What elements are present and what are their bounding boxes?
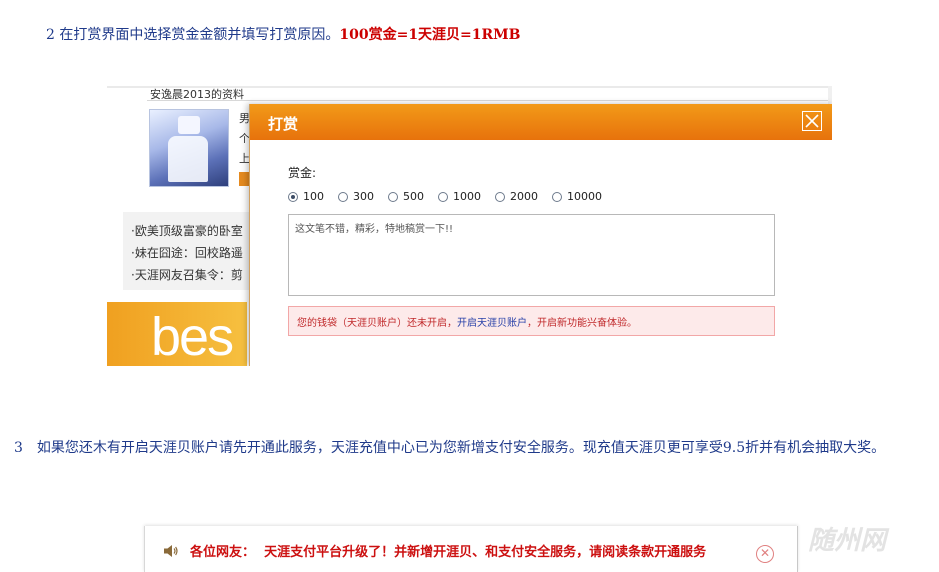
ad-banner[interactable]: bes [107,302,247,366]
embedded-screenshot: 安逸晨2013的资料 男 个 上 ·欧美顶级富豪的卧室 ·妹在囧途：回校路遥 ·… [107,86,832,366]
radio-icon[interactable] [495,191,505,202]
amount-option-100[interactable]: 100 [288,190,324,203]
avatar[interactable] [149,109,229,187]
close-icon [805,114,819,128]
step-3-instruction: 3 如果您还木有开启天涯贝账户请先开通此服务，天涯充值中心已为您新增支付安全服务… [14,440,886,456]
radio-icon[interactable] [552,191,562,202]
amount-option-1000[interactable]: 1000 [438,190,481,203]
step-2-highlight: 100赏金=1天涯贝=1RMB [339,27,521,43]
speaker-icon [164,545,178,557]
notice-suffix: ，开启新功能兴奋体验。 [527,318,637,329]
radio-icon[interactable] [388,191,398,202]
announcement-label: 各位网友： [190,545,256,560]
amount-label: 100 [303,190,324,203]
step-2-text: 2 在打赏界面中选择赏金金额并填写打赏原因。 [46,27,340,43]
amount-label: 10000 [567,190,602,203]
news-item[interactable]: ·天涯网友召集令：剪 [131,266,243,283]
dialog-header: 打赏 [250,104,832,140]
step-2-instruction: 2 在打赏界面中选择赏金金额并填写打赏原因。100赏金=1天涯贝=1RMB [46,24,521,44]
banner-text: bes [151,307,234,366]
profile-action-button[interactable] [239,172,249,186]
amount-option-300[interactable]: 300 [338,190,374,203]
amount-label: 300 [353,190,374,203]
wallet-notice: 您的钱袋（天涯贝账户）还未开启，开启天涯贝账户，开启新功能兴奋体验。 [288,306,775,336]
announcement-bar: 各位网友： 天涯支付平台升级了！并新增开涯贝、和支付安全服务，请阅读条款开通服务… [144,526,798,572]
profile-divider [147,100,832,101]
reward-label: 赏金: [288,166,317,180]
site-watermark: 随州网 [808,526,887,556]
avatar-hat [178,116,200,134]
notice-prefix: 您的钱袋（天涯贝账户）还未开启， [297,318,457,329]
amount-label: 2000 [510,190,538,203]
announcement-text: 各位网友： 天涯支付平台升级了！并新增开涯贝、和支付安全服务，请阅读条款开通服务 [190,542,750,564]
amount-option-10000[interactable]: 10000 [552,190,602,203]
reward-dialog: 打赏 赏金: 100 300 500 1000 2000 10000 您的钱袋（… [249,104,832,366]
open-account-link[interactable]: 开启天涯贝账户 [457,318,527,329]
amount-option-500[interactable]: 500 [388,190,424,203]
radio-icon[interactable] [288,191,298,202]
news-item[interactable]: ·欧美顶级富豪的卧室 [131,222,243,239]
amount-option-2000[interactable]: 2000 [495,190,538,203]
announcement-message: 天涯支付平台升级了！并新增开涯贝、和支付安全服务，请阅读条款开通服务 [264,545,707,560]
reward-reason-input[interactable] [288,214,775,296]
amount-label: 1000 [453,190,481,203]
news-item[interactable]: ·妹在囧途：回校路遥 [131,244,243,261]
radio-icon[interactable] [338,191,348,202]
dialog-title: 打赏 [268,115,299,133]
reward-amount-options: 100 300 500 1000 2000 10000 [288,190,602,203]
radio-icon[interactable] [438,191,448,202]
announcement-close-button[interactable]: ✕ [756,545,774,563]
amount-label: 500 [403,190,424,203]
dialog-close-button[interactable] [802,111,822,131]
avatar-figure [168,136,208,182]
